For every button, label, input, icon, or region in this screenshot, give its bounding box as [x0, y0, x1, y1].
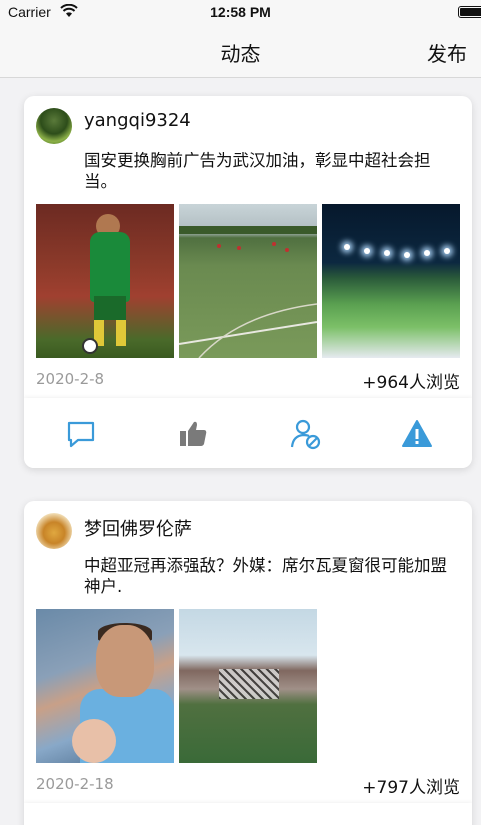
floodlight	[424, 250, 430, 256]
field-lines	[179, 226, 317, 358]
post-card[interactable]: yangqi9324 国安更换胸前广告为武汉加油，彰显中超社会担当。 2020-…	[24, 96, 472, 468]
page-title: 动态	[220, 42, 261, 66]
clock: 12:58 PM	[210, 4, 271, 20]
publish-button[interactable]: 发布	[427, 38, 467, 67]
floodlight	[344, 244, 350, 250]
comment-icon[interactable]	[65, 418, 97, 450]
player-shorts	[94, 296, 126, 320]
avatar[interactable]	[36, 108, 72, 144]
floodlight	[384, 250, 390, 256]
goal-net	[219, 669, 279, 699]
thumbs-up-icon[interactable]	[177, 418, 209, 450]
username[interactable]: yangqi9324	[84, 110, 191, 131]
navigation-bar: 动态 发布	[0, 26, 481, 78]
action-bar	[24, 803, 472, 825]
username[interactable]: 梦回佛罗伦萨	[84, 515, 192, 541]
status-bar: Carrier 12:58 PM	[0, 0, 481, 26]
floodlight	[404, 252, 410, 258]
player-photo[interactable]	[36, 204, 174, 358]
training-field-photo[interactable]	[179, 204, 317, 358]
player-with-child-photo[interactable]	[36, 609, 174, 763]
post-date: 2020-2-18	[36, 775, 114, 793]
floodlight	[364, 248, 370, 254]
action-bar	[24, 398, 472, 468]
warning-icon[interactable]	[401, 418, 433, 450]
post-card[interactable]: 梦回佛罗伦萨 中超亚冠再添强敌？外媒：席尔瓦夏窗很可能加盟神户. 2020-2-…	[24, 501, 472, 825]
avatar[interactable]	[36, 513, 72, 549]
post-text: 国安更换胸前广告为武汉加油，彰显中超社会担当。	[84, 151, 431, 191]
battery-icon	[458, 6, 481, 18]
view-count: +797人浏览	[362, 778, 460, 798]
view-count: +964人浏览	[362, 373, 460, 393]
child	[72, 719, 116, 763]
football	[82, 338, 98, 354]
night-pitch-photo[interactable]	[322, 204, 460, 358]
stadium-pitch-photo[interactable]	[179, 609, 317, 763]
player-jersey	[90, 232, 130, 302]
post-date: 2020-2-8	[36, 370, 105, 388]
player-sock	[116, 320, 126, 346]
player-face	[96, 625, 154, 697]
post-text: 中超亚冠再添强敌？外媒：席尔瓦夏窗很可能加盟神户.	[84, 556, 447, 596]
block-user-icon[interactable]	[289, 418, 321, 450]
floodlight	[444, 248, 450, 254]
